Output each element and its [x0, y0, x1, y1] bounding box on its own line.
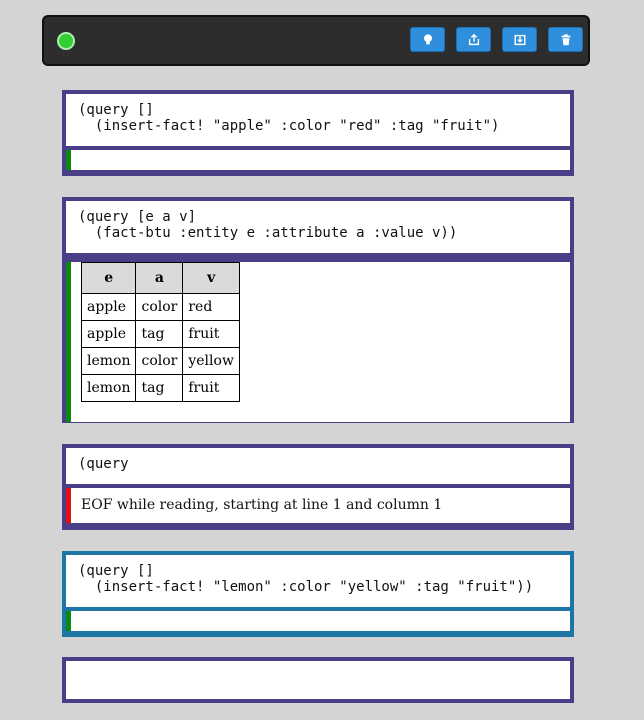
table-cell: apple — [80, 293, 137, 321]
table-cell: lemon — [80, 374, 137, 402]
table-header-row: e a v — [80, 262, 240, 294]
result-table: e a v apple color red apple tag fruit le… — [80, 262, 240, 402]
toolbar — [42, 15, 590, 66]
error-message: EOF while reading, starting at line 1 an… — [81, 497, 443, 513]
export-button[interactable] — [456, 27, 491, 52]
download-icon — [513, 34, 526, 45]
query-cell: (query [] (insert-fact! "apple" :color "… — [62, 90, 574, 176]
delete-button[interactable] — [548, 27, 583, 52]
hint-button[interactable] — [410, 27, 445, 52]
code-editor[interactable]: (query [e a v] (fact-btu :entity e :attr… — [66, 201, 570, 253]
column-header: v — [182, 262, 240, 294]
code-editor[interactable]: (query [] (insert-fact! "apple" :color "… — [66, 94, 570, 146]
table-row: lemon tag fruit — [80, 374, 240, 402]
code-editor[interactable]: (query [] (insert-fact! "lemon" :color "… — [66, 555, 570, 607]
table-row: lemon color yellow — [80, 347, 240, 375]
lightbulb-icon — [423, 33, 432, 44]
status-indicator — [57, 32, 75, 50]
result-output — [66, 611, 570, 631]
query-cell: (query [e a v] (fact-btu :entity e :attr… — [62, 197, 574, 423]
error-output: EOF while reading, starting at line 1 an… — [66, 488, 570, 523]
trash-icon — [561, 33, 570, 45]
table-cell: tag — [135, 320, 184, 348]
column-header: e — [80, 262, 137, 294]
query-cell — [62, 657, 574, 703]
table-cell: tag — [135, 374, 184, 402]
table-cell: yellow — [182, 347, 240, 375]
code-editor[interactable]: (query — [66, 448, 570, 484]
upload-icon — [468, 33, 479, 45]
table-cell: fruit — [182, 374, 240, 402]
table-row: apple tag fruit — [80, 320, 240, 348]
code-editor[interactable] — [66, 661, 570, 699]
import-button[interactable] — [502, 27, 537, 52]
column-header: a — [135, 262, 184, 294]
query-cell-active: (query [] (insert-fact! "lemon" :color "… — [62, 551, 574, 637]
result-output: e a v apple color red apple tag fruit le… — [66, 262, 570, 422]
table-cell: apple — [80, 320, 137, 348]
table-row: apple color red — [80, 293, 240, 321]
table-cell: red — [182, 293, 240, 321]
result-output — [66, 150, 570, 170]
table-cell: color — [135, 347, 184, 375]
table-cell: color — [135, 293, 184, 321]
table-cell: fruit — [182, 320, 240, 348]
query-cell: (query EOF while reading, starting at li… — [62, 444, 574, 530]
table-cell: lemon — [80, 347, 137, 375]
